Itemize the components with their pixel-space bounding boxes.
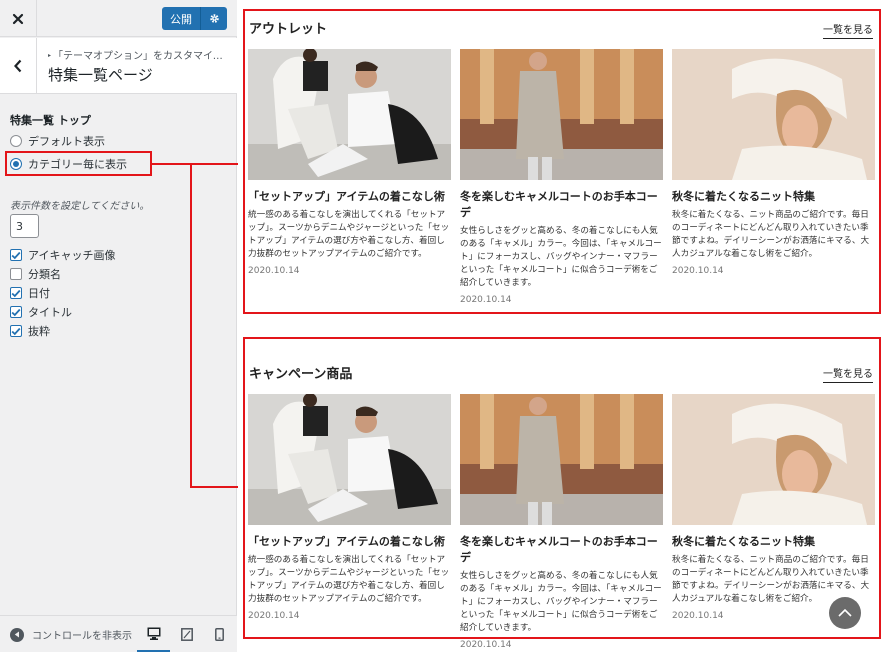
- connector-line: [190, 163, 192, 488]
- back-button[interactable]: [0, 38, 37, 94]
- hide-controls-button[interactable]: コントロールを非表示: [10, 627, 132, 642]
- close-button[interactable]: [0, 0, 37, 37]
- radio-highlight-box: [5, 151, 152, 176]
- feature-card[interactable]: 「セットアップ」アイテムの着こなし術 統一感のある着こなしを演出してくれる「セッ…: [248, 49, 451, 276]
- camel-coat-photo: [460, 394, 663, 525]
- card-title[interactable]: 「セットアップ」アイテムの着こなし術: [248, 534, 451, 550]
- checkbox-label: アイキャッチ画像: [28, 249, 116, 262]
- radio-button[interactable]: [10, 135, 22, 147]
- see-all-link[interactable]: 一覧を見る: [823, 365, 873, 383]
- card-image[interactable]: [248, 394, 451, 525]
- card-image[interactable]: [248, 49, 451, 180]
- close-icon: [12, 13, 24, 24]
- checkbox[interactable]: [10, 268, 22, 280]
- count-label: 表示件数を設定してください。: [10, 201, 150, 212]
- card-date: 2020.10.14: [672, 266, 724, 276]
- checkbox-label: タイトル: [28, 306, 72, 319]
- card-title[interactable]: 冬を楽しむキャメルコートのお手本コーデ: [460, 189, 663, 221]
- setup-photo: [248, 49, 451, 180]
- arrow-left-circle-icon: [10, 627, 24, 642]
- mobile-icon: [215, 628, 224, 641]
- checkbox-label: 抜粋: [28, 325, 50, 338]
- checkbox[interactable]: [10, 249, 22, 261]
- card-excerpt: 女性らしさをグッと高める、冬の着こなしにも人気のある「キャメル」カラー。今回は、…: [460, 571, 662, 633]
- card-image[interactable]: [460, 394, 663, 525]
- breadcrumb: ▸ 「テーマオプション」をカスタマイズ中: [48, 47, 230, 62]
- publish-settings-button[interactable]: [201, 7, 227, 30]
- device-desktop-button[interactable]: [137, 616, 170, 652]
- card-excerpt: 女性らしさをグッと高める、冬の着こなしにも人気のある「キャメル」カラー。今回は、…: [460, 226, 662, 288]
- card-image[interactable]: [672, 49, 875, 180]
- see-all-link[interactable]: 一覧を見る: [823, 21, 873, 39]
- radio-label: デフォルト表示: [28, 135, 105, 148]
- card-title[interactable]: 「セットアップ」アイテムの着こなし術: [248, 189, 451, 205]
- checkbox[interactable]: [10, 287, 22, 299]
- feature-title: キャンペーン商品: [249, 367, 353, 382]
- device-tablet-button[interactable]: [170, 616, 203, 652]
- feature-card[interactable]: 冬を楽しむキャメルコートのお手本コーデ 女性らしさをグッと高める、冬の着こなしに…: [460, 49, 663, 305]
- radio-default-display[interactable]: デフォルト表示: [10, 133, 105, 149]
- card-date: 2020.10.14: [460, 640, 512, 650]
- desktop-icon: [147, 627, 160, 640]
- publish-group: 公開: [162, 7, 227, 30]
- card-image[interactable]: [460, 49, 663, 180]
- section-header: ▸ 「テーマオプション」をカスタマイズ中 特集一覧ページ: [0, 38, 237, 94]
- connector-line: [152, 163, 243, 165]
- card-title[interactable]: 秋冬に着たくなるニット特集: [672, 189, 875, 205]
- feature-section-campaign: キャンペーン商品 一覧を見る 「セットアップ」アイテムの着こなし術 統一感のある…: [243, 337, 881, 650]
- card-date: 2020.10.14: [460, 295, 512, 305]
- customizer-footer: コントロールを非表示: [0, 615, 237, 652]
- checkbox-title[interactable]: タイトル: [10, 305, 72, 319]
- camel-coat-photo: [460, 49, 663, 180]
- triangle-icon: ▸: [48, 52, 52, 59]
- feature-card[interactable]: 秋冬に着たくなるニット特集 秋冬に着たくなる、ニット商品のご紹介です。毎日のコー…: [672, 49, 875, 276]
- feature-title: アウトレット: [249, 22, 328, 37]
- checkbox-label: 日付: [28, 287, 50, 300]
- check-icon: [11, 308, 21, 316]
- checkbox-label: 分類名: [28, 268, 61, 281]
- section-title: 特集一覧ページ: [48, 66, 153, 84]
- checkbox-excerpt[interactable]: 抜粋: [10, 324, 50, 338]
- card-excerpt: 統一感のある着こなしを演出してくれる「セットアップ」。スーツからデニムやジャージ…: [248, 555, 450, 604]
- knit-photo: [672, 49, 875, 180]
- feature-section-outlet: アウトレット 一覧を見る 「セットアップ」アイテムの着こなし術 統一感のある着こ…: [243, 9, 881, 314]
- checkbox-date[interactable]: 日付: [10, 286, 50, 300]
- chevron-up-icon: [838, 609, 852, 617]
- count-input[interactable]: 3: [10, 214, 39, 238]
- feature-card[interactable]: 秋冬に着たくなるニット特集 秋冬に着たくなる、ニット商品のご紹介です。毎日のコー…: [672, 394, 875, 621]
- card-date: 2020.10.14: [248, 266, 300, 276]
- feature-card[interactable]: 冬を楽しむキャメルコートのお手本コーデ 女性らしさをグッと高める、冬の着こなしに…: [460, 394, 663, 650]
- device-mobile-button[interactable]: [203, 616, 236, 652]
- scroll-to-top-button[interactable]: [829, 597, 861, 629]
- checkbox[interactable]: [10, 325, 22, 337]
- customizer-sidebar: 公開 ▸ 「テーマオプション」をカスタマイズ中 特集一覧ページ 特集一覧 トップ…: [0, 0, 237, 652]
- gear-icon: [209, 14, 219, 23]
- connector-line: [190, 486, 243, 488]
- publish-button[interactable]: 公開: [162, 7, 201, 30]
- knit-photo: [672, 394, 875, 525]
- customizer-header: 公開: [0, 0, 237, 37]
- chevron-left-icon: [14, 59, 22, 73]
- check-icon: [11, 289, 21, 297]
- checkbox-category[interactable]: 分類名: [10, 267, 61, 281]
- feature-card[interactable]: 「セットアップ」アイテムの着こなし術 統一感のある着こなしを演出してくれる「セッ…: [248, 394, 451, 621]
- card-image[interactable]: [672, 394, 875, 525]
- card-title[interactable]: 冬を楽しむキャメルコートのお手本コーデ: [460, 534, 663, 566]
- control-title: 特集一覧 トップ: [10, 114, 91, 127]
- checkbox[interactable]: [10, 306, 22, 318]
- checkbox-eyecatch[interactable]: アイキャッチ画像: [10, 248, 115, 262]
- check-icon: [11, 327, 21, 335]
- breadcrumb-text: 「テーマオプション」をカスタマイズ中: [53, 51, 230, 62]
- card-date: 2020.10.14: [248, 611, 300, 621]
- card-title[interactable]: 秋冬に着たくなるニット特集: [672, 534, 875, 550]
- check-icon: [11, 251, 21, 259]
- tablet-icon: [180, 628, 193, 641]
- setup-photo: [248, 394, 451, 525]
- card-excerpt: 統一感のある着こなしを演出してくれる「セットアップ」。スーツからデニムやジャージ…: [248, 210, 450, 259]
- card-excerpt: 秋冬に着たくなる、ニット商品のご紹介です。毎日のコーディネートにどんどん取り入れ…: [672, 210, 870, 259]
- hide-controls-label: コントロールを非表示: [32, 631, 132, 642]
